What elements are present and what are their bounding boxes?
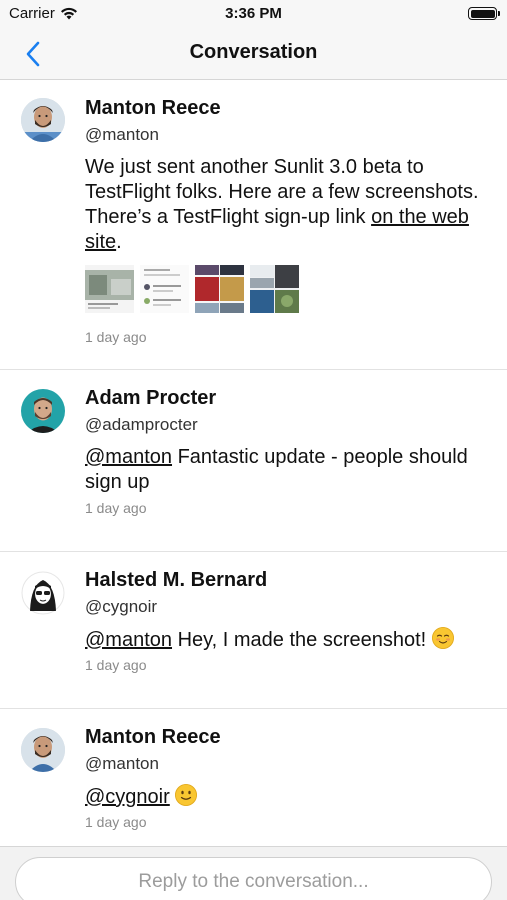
mention-link[interactable]: @manton bbox=[85, 629, 172, 651]
author-handle: @cygnoir bbox=[85, 597, 158, 616]
slight-smile-icon bbox=[175, 784, 198, 806]
author-name[interactable]: Manton Reece bbox=[85, 725, 485, 749]
reply-input[interactable] bbox=[15, 857, 492, 900]
avatar[interactable] bbox=[21, 98, 65, 142]
avatar[interactable] bbox=[21, 389, 65, 433]
post-date: 1 day ago bbox=[85, 329, 147, 345]
smiling-face-icon bbox=[431, 627, 454, 649]
post-text: @manton Fantastic update - people should… bbox=[85, 446, 468, 493]
author-name[interactable]: Adam Procter bbox=[85, 386, 485, 410]
post-text: @cygnoir bbox=[85, 784, 485, 810]
author-handle: @manton bbox=[85, 754, 159, 773]
author-handle: @adamprocter bbox=[85, 415, 198, 434]
thumbnail-image[interactable] bbox=[140, 265, 189, 313]
post-text: We just sent another Sunlit 3.0 beta to … bbox=[85, 156, 479, 253]
author-name[interactable]: Manton Reece bbox=[85, 96, 485, 120]
status-bar: Carrier 3:36 PM bbox=[0, 0, 507, 28]
reply-bar bbox=[0, 846, 507, 900]
post-text: @manton Hey, I made the screenshot! bbox=[85, 627, 485, 653]
page-title: Conversation bbox=[189, 41, 318, 63]
screenshot-thumbnails bbox=[85, 265, 485, 313]
post-item: Halsted M. Bernard @cygnoir @manton Hey,… bbox=[0, 552, 507, 709]
status-time: 3:36 PM bbox=[225, 5, 282, 22]
avatar[interactable] bbox=[21, 728, 65, 772]
thumbnail-image[interactable] bbox=[250, 265, 299, 313]
post-date: 1 day ago bbox=[85, 657, 147, 673]
mention-link[interactable]: @cygnoir bbox=[85, 786, 170, 808]
post-item: Adam Procter @adamprocter @manton Fantas… bbox=[0, 370, 507, 552]
author-name[interactable]: Halsted M. Bernard bbox=[85, 568, 485, 592]
conversation-list: Manton Reece @manton We just sent anothe… bbox=[0, 81, 507, 849]
thumbnail-image[interactable] bbox=[195, 265, 244, 313]
avatar[interactable] bbox=[21, 571, 65, 615]
nav-bar: Conversation bbox=[0, 28, 507, 80]
post-date: 1 day ago bbox=[85, 814, 147, 830]
battery-icon bbox=[468, 7, 500, 20]
post-item: Manton Reece @manton @cygnoir 1 day ago bbox=[0, 709, 507, 849]
post-date: 1 day ago bbox=[85, 500, 147, 516]
author-handle: @manton bbox=[85, 125, 159, 144]
thumbnail-image[interactable] bbox=[85, 265, 134, 313]
post-item: Manton Reece @manton We just sent anothe… bbox=[0, 81, 507, 370]
mention-link[interactable]: @manton bbox=[85, 446, 172, 468]
